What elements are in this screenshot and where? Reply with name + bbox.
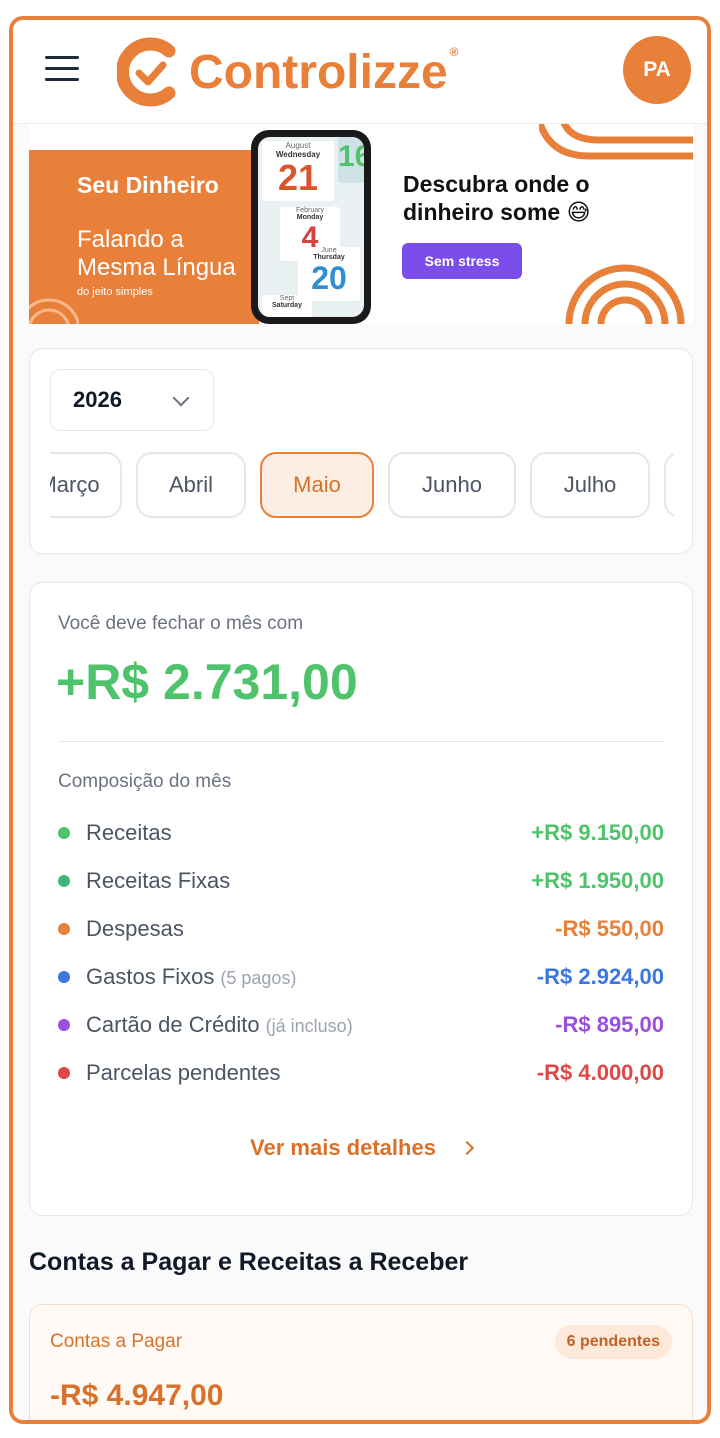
calendar-collage: August Wednesday 21 16 February Monday 4… bbox=[258, 137, 364, 317]
hamburger-menu-icon[interactable] bbox=[45, 56, 79, 84]
chevron-right-icon bbox=[459, 1140, 475, 1156]
decorative-lines-icon bbox=[29, 298, 79, 324]
banner-title: Descubra onde o dinheiro some 😅 bbox=[403, 171, 591, 225]
payables-value: -R$ 4.947,00 bbox=[50, 1379, 224, 1412]
period-filter-card: 2026 Março Abril Maio Junho Julho bbox=[29, 348, 693, 554]
orange-dot-icon bbox=[58, 923, 70, 935]
decorative-stripes-icon bbox=[539, 124, 693, 160]
green-dot-icon bbox=[58, 827, 70, 839]
row-label: Receitas Fixas bbox=[86, 868, 231, 893]
calendar-page-20: June Thursday 20 bbox=[298, 247, 360, 301]
app-name: Controlizze ® bbox=[189, 44, 459, 99]
row-label: Parcelas pendentes bbox=[86, 1060, 281, 1085]
row-label: Gastos Fixos (5 pagos) bbox=[86, 964, 297, 989]
teal-dot-icon bbox=[58, 875, 70, 887]
app-frame: Controlizze ® PA Seu Dinheiro Falando a M… bbox=[9, 16, 711, 1424]
user-avatar[interactable]: PA bbox=[623, 36, 691, 104]
month-tabs: Março Abril Maio Junho Julho bbox=[50, 452, 674, 520]
calendar-page-21: August Wednesday 21 bbox=[262, 141, 334, 201]
composition-row-cartao-credito: Cartão de Crédito (já incluso) -R$ 895,00 bbox=[58, 1007, 664, 1043]
composition-row-gastos-fixos: Gastos Fixos (5 pagos) -R$ 2.924,00 bbox=[58, 959, 664, 995]
row-label: Receitas bbox=[86, 820, 172, 845]
tab-maio[interactable]: Maio bbox=[260, 452, 374, 518]
pending-badge: 6 pendentes bbox=[554, 1325, 672, 1359]
closing-balance-value: +R$ 2.731,00 bbox=[56, 654, 358, 710]
year-value: 2026 bbox=[73, 387, 122, 412]
calendar-page-16: 16 bbox=[338, 137, 364, 183]
section-title: Contas a Pagar e Receitas a Receber bbox=[29, 1248, 469, 1276]
composition-label: Composição do mês bbox=[58, 771, 232, 792]
chevron-down-icon bbox=[172, 389, 190, 407]
closing-balance-label: Você deve fechar o mês com bbox=[58, 613, 304, 634]
decorative-rings-icon bbox=[565, 264, 685, 324]
tab-julho[interactable]: Julho bbox=[530, 452, 650, 518]
payables-label: Contas a Pagar bbox=[50, 1331, 183, 1352]
banner-headline: Seu Dinheiro bbox=[77, 172, 219, 198]
purple-dot-icon bbox=[58, 1019, 70, 1031]
logo-check-icon bbox=[117, 37, 176, 107]
row-value: -R$ 4.000,00 bbox=[536, 1060, 664, 1085]
promo-banner[interactable]: Seu Dinheiro Falando a Mesma Língua do j… bbox=[29, 124, 693, 324]
blue-dot-icon bbox=[58, 971, 70, 983]
row-value: +R$ 1.950,00 bbox=[531, 868, 664, 893]
more-details-link[interactable]: Ver mais detalhes bbox=[30, 1135, 692, 1161]
row-label: Cartão de Crédito (já incluso) bbox=[86, 1012, 353, 1037]
month-summary-card: Você deve fechar o mês com +R$ 2.731,00 … bbox=[29, 582, 693, 1216]
banner-cta-button[interactable]: Sem stress bbox=[402, 243, 522, 279]
divider bbox=[58, 741, 664, 742]
decorative-arc-icon bbox=[49, 124, 109, 134]
tab-junho[interactable]: Junho bbox=[388, 452, 516, 518]
app-header: Controlizze ® PA bbox=[13, 20, 707, 124]
row-label: Despesas bbox=[86, 916, 184, 941]
banner-tagline: do jeito simples bbox=[77, 286, 153, 298]
composition-row-parcelas: Parcelas pendentes -R$ 4.000,00 bbox=[58, 1055, 664, 1091]
payables-card[interactable]: Contas a Pagar 6 pendentes -R$ 4.947,00 bbox=[29, 1304, 693, 1420]
tab-marco[interactable]: Março bbox=[50, 452, 122, 518]
row-value: -R$ 550,00 bbox=[555, 916, 664, 941]
row-value: +R$ 9.150,00 bbox=[531, 820, 664, 845]
row-value: -R$ 2.924,00 bbox=[536, 964, 664, 989]
banner-subline: Falando a Mesma Língua bbox=[77, 226, 236, 281]
row-value: -R$ 895,00 bbox=[555, 1012, 664, 1037]
calendar-page-bottom: Sept Saturday bbox=[262, 295, 312, 317]
phone-illustration: August Wednesday 21 16 February Monday 4… bbox=[251, 130, 371, 324]
controlizze-logo[interactable]: Controlizze ® bbox=[117, 34, 459, 110]
composition-row-receitas: Receitas +R$ 9.150,00 bbox=[58, 815, 664, 851]
red-dot-icon bbox=[58, 1067, 70, 1079]
tab-agosto[interactable] bbox=[664, 452, 674, 518]
composition-row-despesas: Despesas -R$ 550,00 bbox=[58, 911, 664, 947]
year-select[interactable]: 2026 bbox=[50, 369, 214, 431]
composition-row-receitas-fixas: Receitas Fixas +R$ 1.950,00 bbox=[58, 863, 664, 899]
tab-abril[interactable]: Abril bbox=[136, 452, 246, 518]
